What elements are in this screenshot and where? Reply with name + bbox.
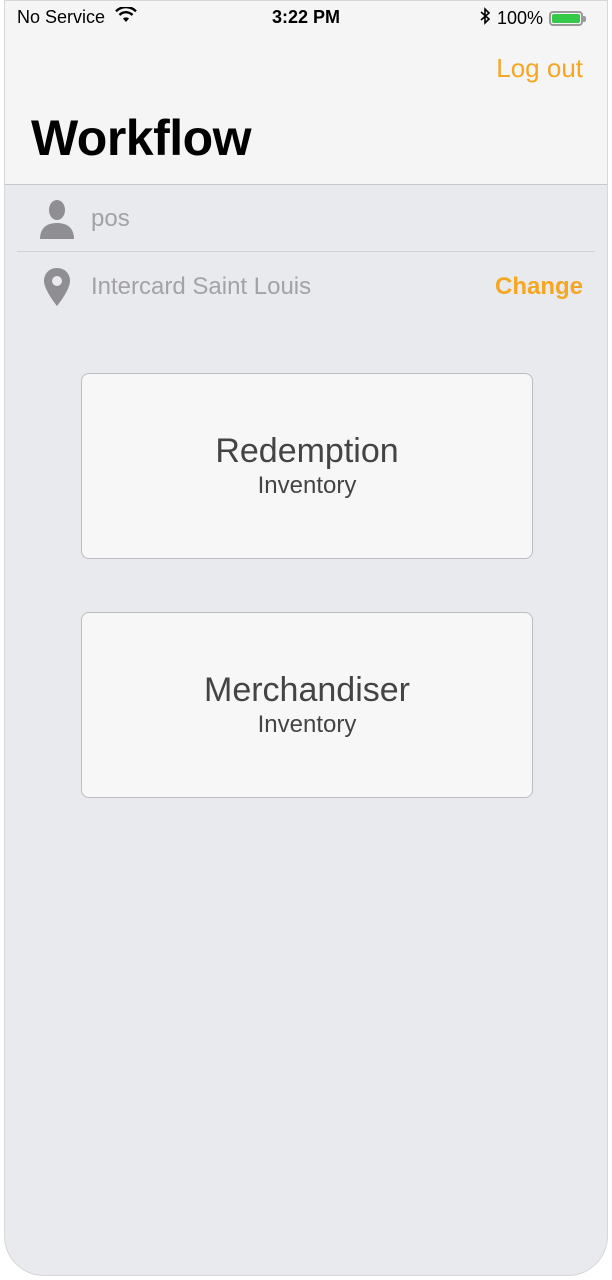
user-icon [35,197,79,241]
username-label: pos [91,205,130,232]
merchandiser-inventory-button[interactable]: Merchandiser Inventory [81,612,533,798]
battery-fill [552,14,580,23]
navigation-bar: Log out Workflow [5,35,607,185]
location-pin-icon [35,265,79,309]
logout-button[interactable]: Log out [496,53,583,84]
card-subtitle: Inventory [257,472,357,499]
status-right-group: 100% [479,7,586,30]
bluetooth-icon [479,7,491,30]
device-frame: No Service 3:22 PM 100% Log out Workflow… [4,0,608,1276]
card-subtitle: Inventory [257,711,357,738]
card-title: Merchandiser [204,671,410,709]
battery-icon [549,11,586,26]
page-title: Workflow [31,110,252,166]
battery-percent: 100% [496,8,543,28]
location-row: Intercard Saint Louis Change [17,255,595,319]
location-label: Intercard Saint Louis [91,273,312,300]
user-row: pos [17,187,595,252]
status-bar: No Service 3:22 PM 100% [5,1,607,35]
redemption-inventory-button[interactable]: Redemption Inventory [81,373,533,559]
change-location-button[interactable]: Change [495,273,583,301]
card-title: Redemption [215,432,399,470]
